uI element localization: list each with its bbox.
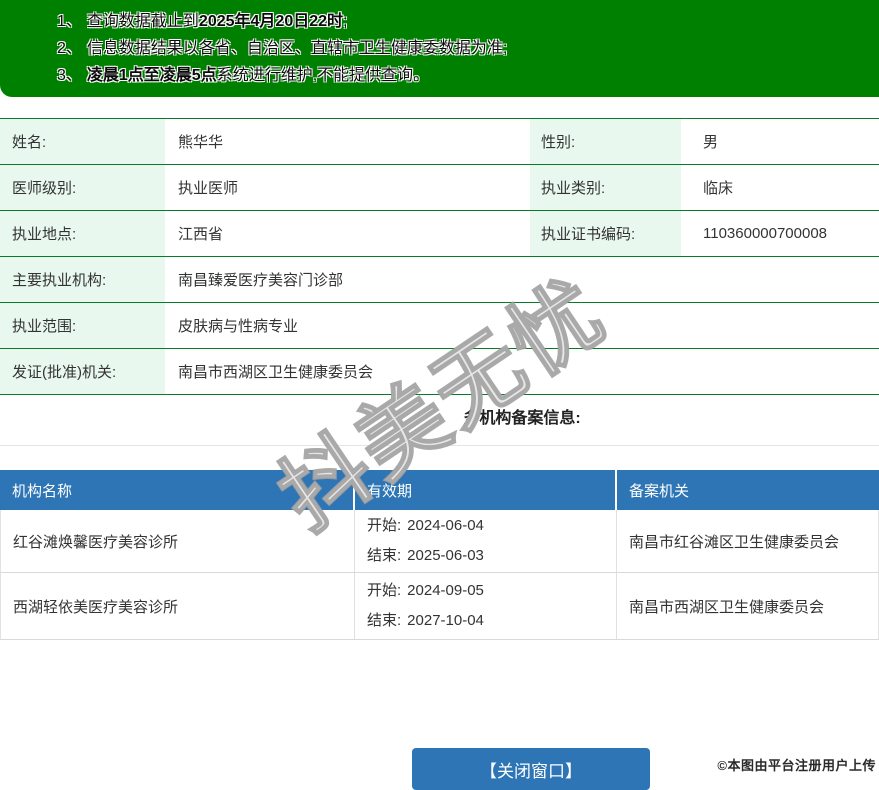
cell-institution-name: 西湖轻依美医疗美容诊所: [1, 573, 355, 639]
field-label-practice-category: 执业类别:: [530, 165, 681, 210]
notice-number: 1、: [57, 13, 82, 30]
end-label: 结束:: [367, 547, 402, 564]
validity-end-line: 结束: 2025-06-03: [367, 541, 616, 571]
field-value-practice-category: 临床: [703, 180, 734, 197]
end-date: 2025-06-03: [407, 547, 484, 564]
cell-validity-period: 开始: 2024-09-05 结束: 2027-10-04: [355, 573, 617, 639]
field-value-issuing-authority: 南昌市西湖区卫生健康委员会: [178, 364, 374, 381]
table-row-name-gender: 姓名: 熊华华 性别: 男: [0, 119, 879, 165]
cell-institution-name: 红谷滩焕馨医疗美容诊所: [1, 510, 355, 572]
table-row-level-category: 医师级别: 执业医师 执业类别: 临床: [0, 165, 879, 211]
notice-number: 2、: [57, 40, 82, 57]
table-row-issuing-authority: 发证(批准)机关: 南昌市西湖区卫生健康委员会: [0, 349, 879, 395]
field-value-practice-scope: 皮肤病与性病专业: [178, 318, 299, 335]
table-row-main-institution: 主要执业机构: 南昌臻爱医疗美容门诊部: [0, 257, 879, 303]
column-header-validity-period: 有效期: [355, 470, 617, 510]
notice-text: 信息数据结果以各省、自治区、直辖市卫生健康委数据为准;: [86, 40, 508, 57]
notice-item-3: 3、 凌晨1点至凌晨5点系统进行维护,不能提供查询。: [57, 62, 859, 89]
validity-start-line: 开始: 2024-06-04: [367, 511, 616, 541]
field-label-issuing-authority: 发证(批准)机关:: [0, 349, 165, 394]
field-value-name: 熊华华: [178, 134, 224, 151]
end-label: 结束:: [367, 612, 402, 629]
field-label-practice-scope: 执业范围:: [0, 303, 165, 348]
notice-text-bold: 凌晨1点至凌晨5点: [86, 67, 217, 84]
end-date: 2027-10-04: [407, 612, 484, 629]
field-label-gender: 性别:: [530, 119, 681, 164]
field-value-main-institution: 南昌臻爱医疗美容门诊部: [178, 272, 344, 289]
cell-filing-authority: 南昌市西湖区卫生健康委员会: [629, 598, 825, 616]
table-row-filing-1: 红谷滩焕馨医疗美容诊所 开始: 2024-06-04 结束: 2025-06-03 …: [0, 510, 879, 573]
validity-start-line: 开始: 2024-09-05: [367, 576, 616, 606]
section-title-multi-org-filing: 多机构备案信息:: [463, 410, 581, 427]
start-date: 2024-06-04: [407, 517, 484, 534]
notice-banner: 1、 查询数据截止到2025年4月20日22时; 2、 信息数据结果以各省、自治区、…: [0, 0, 879, 97]
column-header-institution-name: 机构名称: [0, 470, 355, 510]
notice-text-bold: 2025年4月20日22时: [198, 13, 344, 30]
filing-records-table: 机构名称 有效期 备案机关 红谷滩焕馨医疗美容诊所 开始: 2024-06-04 …: [0, 470, 879, 640]
column-header-filing-authority: 备案机关: [629, 482, 690, 500]
field-label-name: 姓名:: [0, 119, 165, 164]
field-label-doctor-level: 医师级别:: [0, 165, 165, 210]
notice-item-2: 2、 信息数据结果以各省、自治区、直辖市卫生健康委数据为准;: [57, 35, 859, 62]
table-row-filing-2: 西湖轻依美医疗美容诊所 开始: 2024-09-05 结束: 2027-10-04 …: [0, 573, 879, 640]
start-label: 开始:: [367, 582, 402, 599]
table-header-row: 机构名称 有效期 备案机关: [0, 470, 879, 510]
notice-text: 系统进行维护,不能提供查询。: [216, 67, 430, 84]
field-label-certificate-number: 执业证书编码:: [530, 211, 681, 256]
field-label-main-institution: 主要执业机构:: [0, 257, 165, 302]
table-row-location-certno: 执业地点: 江西省 执业证书编码: 110360000700008: [0, 211, 879, 257]
field-value-certificate-number: 110360000700008: [703, 225, 828, 242]
notice-number: 3、: [57, 67, 82, 84]
table-row-practice-scope: 执业范围: 皮肤病与性病专业: [0, 303, 879, 349]
field-label-practice-location: 执业地点:: [0, 211, 165, 256]
close-window-button[interactable]: 【关闭窗口】: [412, 748, 650, 790]
section-divider: [0, 445, 879, 446]
start-date: 2024-09-05: [407, 582, 484, 599]
field-value-practice-location: 江西省: [178, 226, 224, 243]
start-label: 开始:: [367, 517, 402, 534]
notice-text: ;: [343, 13, 348, 30]
field-value-gender: 男: [703, 134, 719, 151]
validity-end-line: 结束: 2027-10-04: [367, 606, 616, 636]
cell-filing-authority: 南昌市红谷滩区卫生健康委员会: [629, 533, 840, 551]
field-value-doctor-level: 执业医师: [178, 180, 239, 197]
notice-text: 查询数据截止到: [86, 13, 199, 30]
notice-item-1: 1、 查询数据截止到2025年4月20日22时;: [57, 8, 859, 35]
upload-credit-watermark: ©本图由平台注册用户上传: [717, 758, 876, 773]
practitioner-info-table: 姓名: 熊华华 性别: 男 医师级别: 执业医师 执业类别: 临床 执业地点: …: [0, 118, 879, 395]
cell-validity-period: 开始: 2024-06-04 结束: 2025-06-03: [355, 510, 617, 572]
